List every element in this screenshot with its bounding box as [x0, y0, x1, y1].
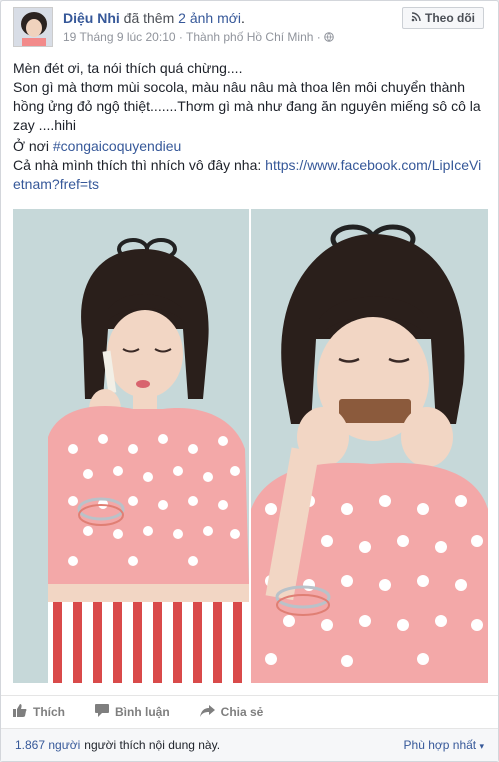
share-button[interactable]: Chia sẻ — [199, 704, 264, 720]
share-arrow-icon — [199, 704, 215, 720]
author-name[interactable]: Diệu Nhi — [63, 10, 120, 26]
globe-icon — [324, 31, 334, 45]
link-prefix: Cả nhà mình thích thì nhích vô đây nha: — [13, 157, 262, 173]
like-button[interactable]: Thích — [13, 704, 65, 720]
follow-button[interactable]: Theo dõi — [402, 7, 484, 29]
post-line: Cả nhà mình thích thì nhích vô đây nha: … — [13, 156, 488, 194]
rss-icon — [411, 11, 421, 25]
author-avatar[interactable] — [13, 7, 53, 47]
separator: · — [316, 30, 321, 44]
timestamp[interactable]: 19 Tháng 9 lúc 20:10 — [63, 30, 176, 44]
new-photos-link[interactable]: 2 ảnh mới — [178, 10, 241, 26]
hashtag-link[interactable]: #congaicoquyendieu — [53, 138, 181, 154]
photo-left[interactable] — [13, 209, 249, 683]
caret-down-icon: ▾ — [479, 741, 484, 751]
post-line: Mèn đét ơi, ta nói thích quá chừng.... — [13, 60, 243, 76]
post-body: Mèn đét ơi, ta nói thích quá chừng.... S… — [13, 59, 488, 194]
post-line: Son gì mà thơm mùi socola, màu nâu nâu m… — [13, 79, 481, 133]
like-label: Thích — [33, 705, 65, 719]
likes-count-link[interactable]: 1.867 người — [15, 738, 80, 752]
likes-text: người thích nội dung này. — [84, 738, 221, 752]
sort-dropdown[interactable]: Phù hợp nhất ▾ — [404, 738, 484, 752]
author-line: Diệu Nhi đã thêm 2 ảnh mới. — [63, 10, 245, 26]
action-bar: Thích Bình luận Chia sẻ — [1, 695, 498, 728]
action-prefix: đã thêm — [123, 10, 175, 26]
post-card: Diệu Nhi đã thêm 2 ảnh mới. 19 Tháng 9 l… — [0, 0, 499, 762]
separator: · — [178, 30, 183, 44]
location[interactable]: Thành phố Hồ Chí Minh — [186, 30, 313, 44]
sort-label: Phù hợp nhất — [403, 738, 477, 752]
share-label: Chia sẻ — [220, 705, 264, 719]
action-suffix: . — [241, 10, 245, 26]
location-prefix: Ở nơi — [13, 138, 49, 154]
likes-bar: 1.867 người người thích nội dung này. Ph… — [1, 728, 498, 761]
comment-label: Bình luận — [115, 705, 170, 719]
thumbs-up-icon — [13, 704, 27, 720]
follow-label: Theo dõi — [425, 11, 475, 25]
comment-icon — [95, 704, 109, 720]
post-meta: 19 Tháng 9 lúc 20:10 · Thành phố Hồ Chí … — [63, 30, 334, 45]
photo-right[interactable] — [251, 209, 488, 683]
post-line: Ở nơi #congaicoquyendieu — [13, 137, 488, 156]
comment-button[interactable]: Bình luận — [95, 704, 170, 720]
photo-grid — [13, 209, 488, 683]
